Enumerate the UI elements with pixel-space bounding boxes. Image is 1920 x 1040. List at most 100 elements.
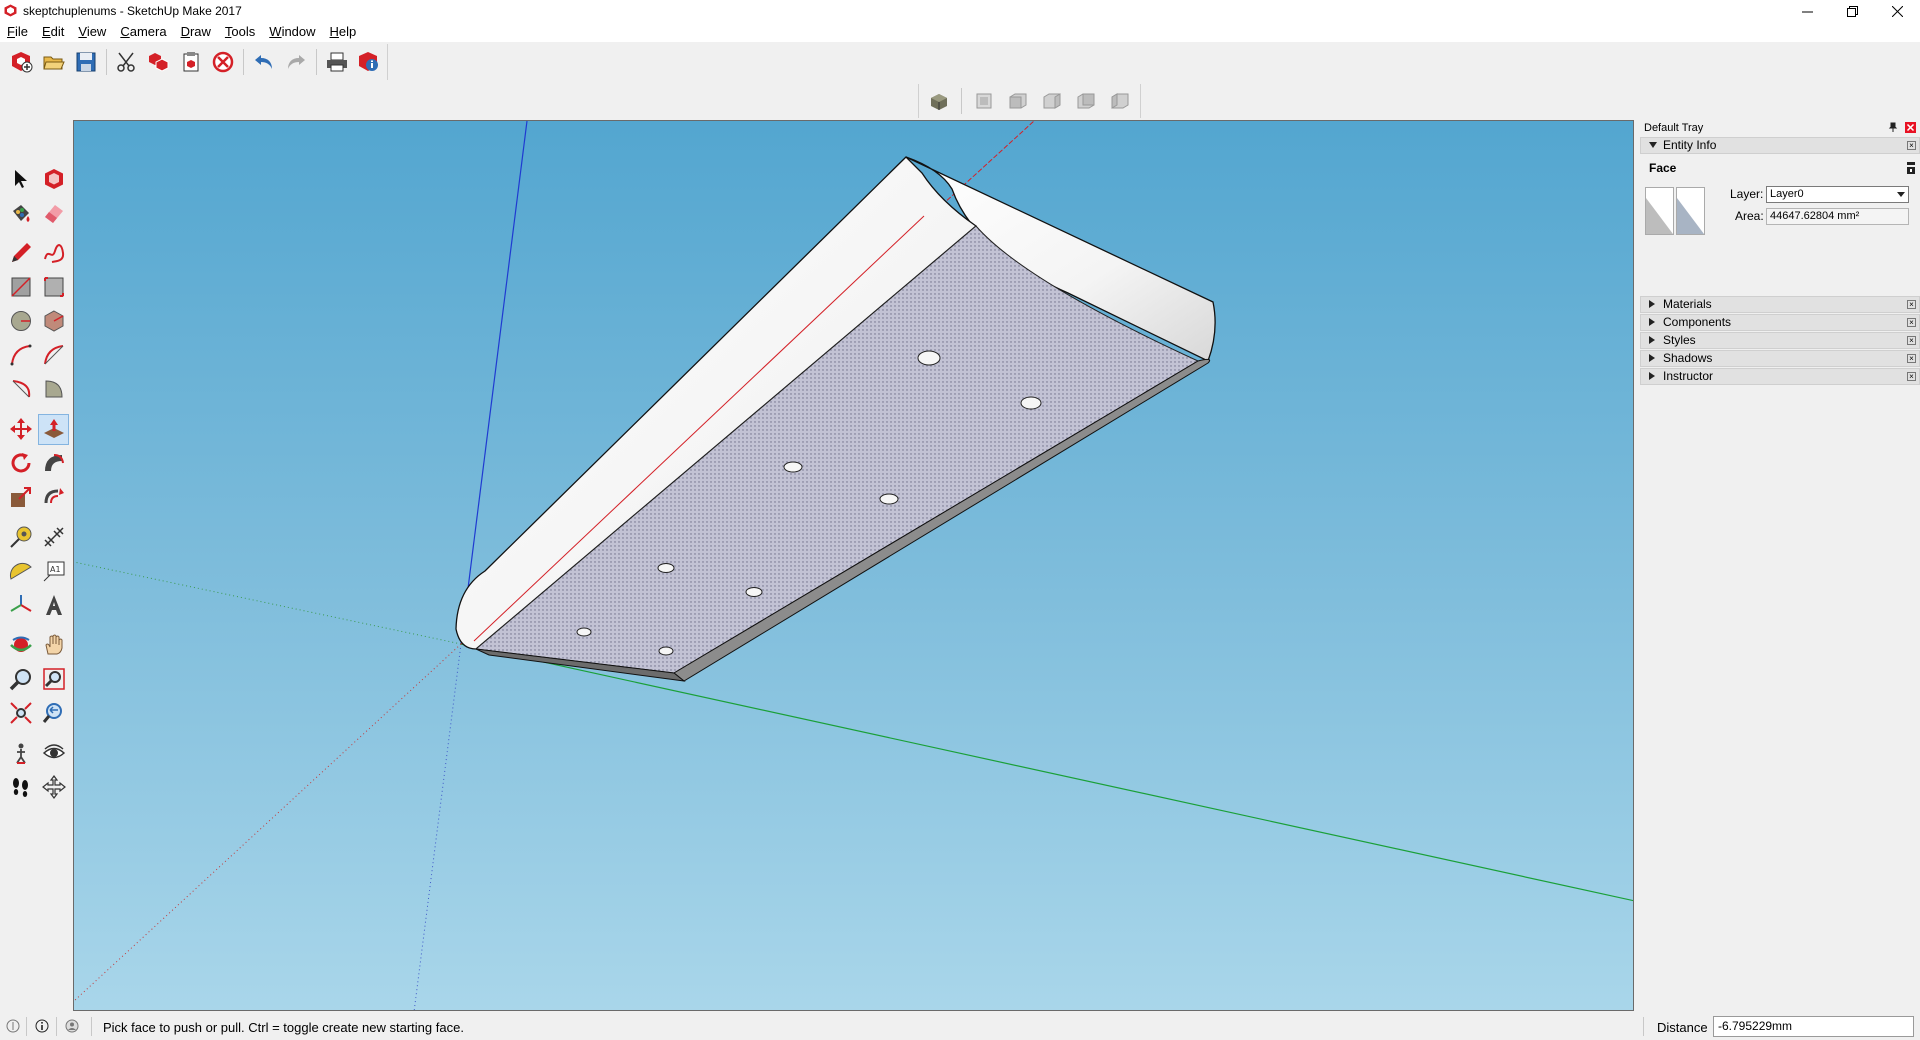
tape-measure-button[interactable] — [5, 522, 36, 553]
panel-close-button[interactable]: × — [1907, 141, 1916, 150]
menu-window[interactable]: Window — [262, 22, 322, 42]
eraser-button[interactable] — [38, 198, 69, 229]
save-button[interactable] — [72, 48, 100, 76]
make-component-button[interactable] — [38, 164, 69, 195]
rectangle-tool-button[interactable] — [5, 272, 36, 303]
previous-view-button[interactable] — [38, 698, 69, 729]
copy-button[interactable] — [145, 48, 173, 76]
panel-close-button[interactable]: × — [1907, 318, 1916, 327]
move-tool-button[interactable] — [5, 414, 36, 445]
open-button[interactable] — [40, 48, 68, 76]
rotate-tool-button[interactable] — [5, 448, 36, 479]
scale-tool-button[interactable] — [5, 482, 36, 513]
zoom-extents-button[interactable] — [5, 698, 36, 729]
freehand-tool-button[interactable] — [38, 238, 69, 269]
arc-tool-button[interactable] — [5, 340, 36, 371]
close-button[interactable] — [1875, 0, 1920, 22]
status-message: Pick face to push or pull. Ctrl = toggle… — [103, 1020, 464, 1035]
paste-button[interactable] — [177, 48, 205, 76]
walk-tool-button[interactable] — [5, 772, 36, 803]
menu-file[interactable]: File — [0, 22, 35, 42]
panel-close-button[interactable]: × — [1907, 354, 1916, 363]
drawing-viewport[interactable] — [73, 120, 1634, 1011]
circle-tool-button[interactable] — [5, 306, 36, 337]
circle-icon — [10, 311, 31, 331]
back-view-button[interactable] — [1072, 87, 1100, 115]
three-point-arc-button[interactable] — [5, 374, 36, 405]
details-toggle-icon[interactable] — [1906, 161, 1916, 175]
orbit-icon — [9, 636, 32, 652]
zoom-window-button[interactable] — [38, 664, 69, 695]
back-material-swatch[interactable] — [1676, 187, 1705, 235]
menu-camera[interactable]: Camera — [113, 22, 173, 42]
menu-help[interactable]: Help — [323, 22, 364, 42]
materials-header[interactable]: Materials × — [1640, 296, 1920, 313]
geo-location-icon[interactable] — [6, 1019, 20, 1033]
material-swatch-icon — [1677, 198, 1704, 234]
line-tool-button[interactable] — [5, 238, 36, 269]
entity-info-header[interactable]: Entity Info × — [1640, 137, 1920, 154]
erase-button[interactable] — [209, 48, 237, 76]
info-icon[interactable] — [35, 1019, 49, 1033]
measurements-box[interactable]: -6.795229mm — [1713, 1016, 1914, 1037]
new-model-button[interactable] — [8, 48, 36, 76]
top-view-icon — [976, 93, 992, 109]
undo-button[interactable] — [250, 48, 278, 76]
look-around-button[interactable] — [38, 738, 69, 769]
protractor-button[interactable] — [5, 556, 36, 587]
undo-icon — [255, 55, 272, 69]
shadows-header[interactable]: Shadows × — [1640, 350, 1920, 367]
menu-tools[interactable]: Tools — [218, 22, 262, 42]
panel-close-button[interactable]: × — [1907, 336, 1916, 345]
user-icon[interactable] — [65, 1019, 79, 1033]
push-pull-tool-button[interactable] — [38, 413, 69, 445]
components-header[interactable]: Components × — [1640, 314, 1920, 331]
right-view-button[interactable] — [1038, 87, 1066, 115]
print-button[interactable] — [323, 48, 351, 76]
scale-icon — [10, 487, 31, 507]
two-point-arc-button[interactable] — [38, 340, 69, 371]
pan-tool-button[interactable] — [38, 630, 69, 661]
model-info-button[interactable] — [355, 48, 383, 76]
instructor-header[interactable]: Instructor × — [1640, 368, 1920, 385]
expand-arrow-icon — [1649, 336, 1655, 344]
restore-button[interactable] — [1830, 0, 1875, 22]
iso-view-button[interactable] — [925, 87, 953, 115]
menu-view[interactable]: View — [71, 22, 113, 42]
orbit-tool-button[interactable] — [5, 630, 36, 661]
menu-edit[interactable]: Edit — [35, 22, 71, 42]
left-view-button[interactable] — [1106, 87, 1134, 115]
position-camera-button[interactable] — [5, 738, 36, 769]
area-label: Area: — [1735, 209, 1764, 223]
minimize-button[interactable] — [1785, 0, 1830, 22]
panel-close-button[interactable]: × — [1907, 300, 1916, 309]
distance-label: Distance — [1657, 1020, 1708, 1035]
text-tool-button[interactable]: A1 — [38, 556, 69, 587]
redo-button[interactable] — [282, 48, 310, 76]
section-plane-button[interactable] — [38, 772, 69, 803]
polygon-tool-button[interactable] — [38, 306, 69, 337]
panel-close-button[interactable]: × — [1907, 372, 1916, 381]
select-tool-button[interactable] — [5, 164, 36, 195]
zoom-tool-button[interactable] — [5, 664, 36, 695]
follow-me-tool-button[interactable] — [38, 448, 69, 479]
pie-tool-button[interactable] — [38, 374, 69, 405]
cut-button[interactable] — [113, 48, 141, 76]
paint-bucket-button[interactable] — [5, 198, 36, 229]
menu-draw[interactable]: Draw — [174, 22, 218, 42]
front-view-button[interactable] — [1004, 87, 1032, 115]
offset-tool-button[interactable] — [38, 482, 69, 513]
pin-icon[interactable] — [1888, 122, 1898, 132]
panel-title: Materials — [1663, 297, 1712, 311]
axes-tool-button[interactable] — [5, 590, 36, 621]
tray-close-button[interactable] — [1905, 122, 1916, 133]
front-material-swatch[interactable] — [1645, 187, 1674, 235]
toolbar-separator — [316, 49, 317, 75]
rotated-rectangle-button[interactable] — [38, 272, 69, 303]
styles-header[interactable]: Styles × — [1640, 332, 1920, 349]
layer-dropdown[interactable]: Layer0 — [1766, 186, 1909, 203]
dimension-tool-button[interactable] — [38, 522, 69, 553]
3d-text-button[interactable] — [38, 590, 69, 621]
top-view-button[interactable] — [970, 87, 998, 115]
panel-title: Components — [1663, 315, 1732, 329]
